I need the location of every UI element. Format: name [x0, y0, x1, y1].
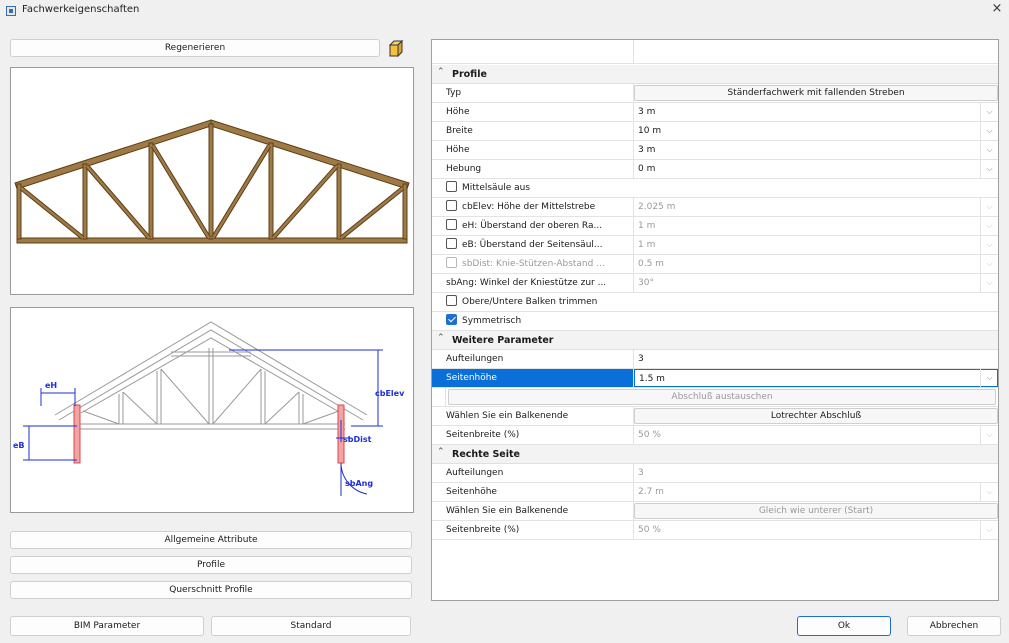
profiles-button[interactable]: Profile — [10, 556, 412, 574]
row-sbang: sbAng: Winkel der Kniestütze zur ... 30°… — [432, 274, 998, 293]
grid-header — [432, 40, 998, 64]
row-typ: Typ Ständerfachwerk mit fallenden Strebe… — [432, 84, 998, 103]
eh-checkbox[interactable] — [446, 219, 457, 230]
ok-button[interactable]: Ok — [797, 616, 891, 636]
truss-elevation-drawing — [14, 119, 410, 244]
chevron-down-icon: ⌵ — [980, 236, 998, 254]
sbdist-checkbox — [446, 257, 457, 268]
3d-view-cube-icon[interactable] — [386, 39, 406, 59]
row-eb: eB: Überstand der Seitensäul... 1 m ⌵ — [432, 236, 998, 255]
section-right-side[interactable]: ⌃ Rechte Seite — [432, 445, 998, 464]
eh-dimension-label: eH — [45, 381, 57, 390]
app-icon — [6, 6, 16, 16]
sbang-dimension-label: sbAng — [345, 479, 373, 488]
sbang-input: 30° — [638, 278, 654, 288]
cbelev-dimension-label: cbElev — [375, 389, 405, 398]
cross-section-profiles-button[interactable]: Querschnitt Profile — [10, 581, 412, 599]
title-bar: Fachwerkeigenschaften × — [0, 0, 1009, 22]
eb-dimension-label: eB — [13, 441, 25, 450]
row-right-balkenende: Wählen Sie ein Balkenende Gleich wie unt… — [432, 502, 998, 521]
chevron-down-icon[interactable]: ⌵ — [980, 160, 998, 178]
parameter-diagram: eH eB cbElev sbDist sbAng — [10, 307, 414, 513]
row-seitenbreite: Seitenbreite (%) 50 % ⌵ — [432, 426, 998, 445]
row-seitenhoehe: Seitenhöhe 1.5 m ⌵ — [432, 369, 998, 388]
row-hoehe-2: Höhe 3 m ⌵ — [432, 141, 998, 160]
symmetrisch-checkbox[interactable] — [446, 314, 457, 325]
section-title: Profile — [452, 69, 487, 80]
beam-end-button[interactable]: Lotrechter Abschluß — [634, 408, 998, 424]
collapse-icon: ⌃ — [437, 67, 445, 77]
row-right-seitenbreite: Seitenbreite (%) 50 % ⌵ — [432, 521, 998, 540]
aufteilungen-input[interactable]: 3 — [634, 350, 998, 368]
chevron-down-icon[interactable]: ⌵ — [980, 141, 998, 159]
chevron-down-icon[interactable]: ⌵ — [980, 103, 998, 121]
row-balkenende: Wählen Sie ein Balkenende Lotrechter Abs… — [432, 407, 998, 426]
row-symmetrisch: Symmetrisch — [432, 312, 998, 331]
collapse-icon: ⌃ — [437, 333, 445, 343]
chevron-down-icon[interactable]: ⌵ — [980, 369, 998, 387]
right-seitenhoehe-input: 2.7 m — [638, 487, 664, 497]
section-title: Weitere Parameter — [452, 335, 554, 346]
left-side-post — [73, 404, 81, 464]
row-eh: eH: Überstand der oberen Ra... 1 m ⌵ — [432, 217, 998, 236]
chevron-down-icon: ⌵ — [980, 217, 998, 235]
collapse-icon: ⌃ — [437, 447, 445, 457]
hebung-input[interactable]: 0 m — [634, 160, 998, 178]
breite-input[interactable]: 10 m — [634, 122, 998, 140]
truss-preview — [10, 67, 414, 295]
chevron-down-icon: ⌵ — [980, 198, 998, 216]
typ-button[interactable]: Ständerfachwerk mit fallenden Streben — [634, 85, 998, 101]
right-beam-end-button: Gleich wie unterer (Start) — [634, 503, 998, 519]
general-attributes-button[interactable]: Allgemeine Attribute — [10, 531, 412, 549]
bim-parameters-button[interactable]: BIM Parameter — [10, 616, 204, 636]
seitenhoehe-input[interactable]: 1.5 m — [634, 369, 998, 387]
chevron-down-icon: ⌵ — [980, 483, 998, 501]
hoehe-1-input[interactable]: 3 m — [634, 103, 998, 121]
row-right-seitenhoehe: Seitenhöhe 2.7 m ⌵ — [432, 483, 998, 502]
close-button[interactable]: × — [988, 1, 1006, 19]
row-right-aufteilungen: Aufteilungen 3 — [432, 464, 998, 483]
right-seitenbreite-input: 50 % — [638, 525, 661, 535]
cancel-button[interactable]: Abbrechen — [907, 616, 1001, 636]
chevron-down-icon[interactable]: ⌵ — [980, 122, 998, 140]
eh-input: 1 m — [638, 221, 656, 231]
eb-input: 1 m — [638, 240, 656, 250]
row-hoehe-1: Höhe 3 m ⌵ — [432, 103, 998, 122]
right-aufteilungen-input: 3 — [638, 468, 644, 478]
mittelsaeule-checkbox[interactable] — [446, 181, 457, 192]
chevron-down-icon: ⌵ — [980, 255, 998, 273]
cbelev-input: 2.025 m — [638, 202, 676, 212]
property-grid: ⌃ Profile Typ Ständerfachwerk mit fallen… — [431, 39, 999, 601]
row-breite: Breite 10 m ⌵ — [432, 122, 998, 141]
window-title: Fachwerkeigenschaften — [22, 4, 140, 15]
trim-checkbox[interactable] — [446, 295, 457, 306]
standard-button[interactable]: Standard — [211, 616, 411, 636]
seitenbreite-input: 50 % — [638, 430, 661, 440]
eb-checkbox[interactable] — [446, 238, 457, 249]
row-cbelev: cbElev: Höhe der Mittelstrebe 2.025 m ⌵ — [432, 198, 998, 217]
hoehe-2-input[interactable]: 3 m — [634, 141, 998, 159]
section-profile[interactable]: ⌃ Profile — [432, 65, 998, 84]
chevron-down-icon: ⌵ — [980, 274, 998, 292]
row-abschluss: Abschluß austauschen — [432, 388, 998, 407]
sbdist-dimension-label: sbDist — [343, 435, 372, 444]
chevron-down-icon: ⌵ — [980, 426, 998, 444]
row-aufteilungen: Aufteilungen 3 — [432, 350, 998, 369]
row-hebung: Hebung 0 m ⌵ — [432, 160, 998, 179]
row-mittelsaeule: Mittelsäule aus — [432, 179, 998, 198]
section-title: Rechte Seite — [452, 449, 520, 460]
replace-end-button: Abschluß austauschen — [448, 389, 996, 405]
cbelev-checkbox[interactable] — [446, 200, 457, 211]
truss-parameter-drawing: eH eB cbElev sbDist sbAng — [13, 321, 405, 496]
chevron-down-icon: ⌵ — [980, 521, 998, 539]
row-trim: Obere/Untere Balken trimmen — [432, 293, 998, 312]
sbdist-input: 0.5 m — [638, 259, 664, 269]
regenerate-button[interactable]: Regenerieren — [10, 39, 380, 57]
section-further-parameters[interactable]: ⌃ Weitere Parameter — [432, 331, 998, 350]
row-sbdist: sbDist: Knie-Stützen-Abstand ... 0.5 m ⌵ — [432, 255, 998, 274]
